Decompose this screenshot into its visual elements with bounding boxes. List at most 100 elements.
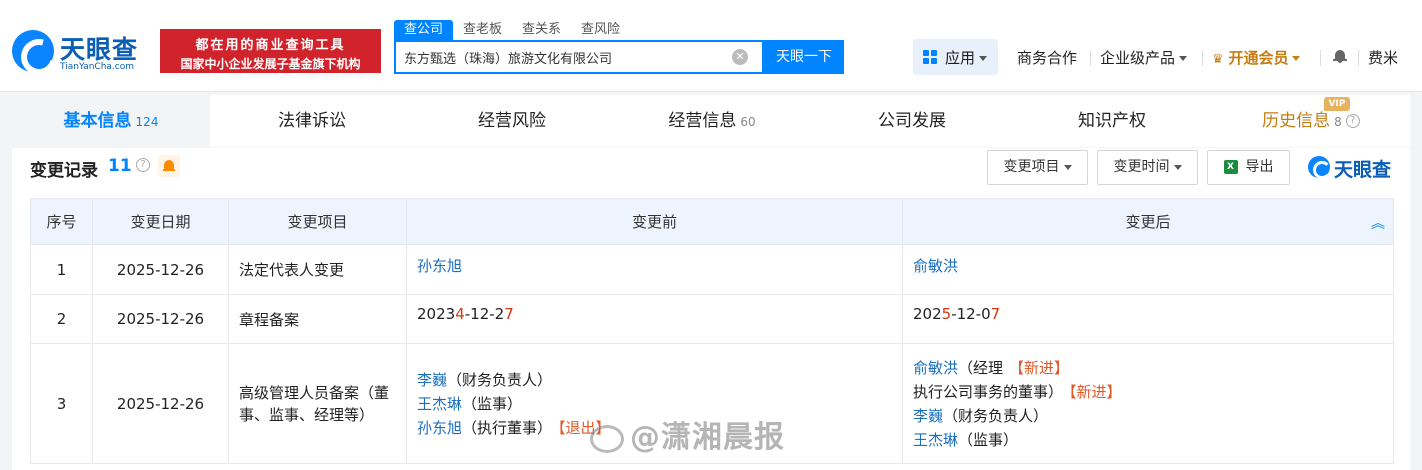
tab-history-label: 历史信息	[1262, 111, 1331, 131]
filter-change-time[interactable]: 变更时间	[1097, 150, 1198, 185]
table-row: 1 2025-12-26 法定代表人变更 孙东旭 俞敏洪	[30, 244, 1394, 295]
person-role: （执行董事）	[462, 418, 553, 437]
bell-icon[interactable]	[1333, 49, 1347, 63]
nav-business[interactable]: 商务合作	[1017, 47, 1077, 68]
search-input[interactable]	[404, 42, 724, 72]
app-menu-button[interactable]: 应用	[913, 39, 998, 75]
person-link[interactable]: 孙东旭	[417, 257, 462, 275]
nav-divider	[1090, 50, 1091, 66]
filter-change-item[interactable]: 变更项目	[987, 150, 1088, 185]
person-link[interactable]: 俞敏洪	[913, 359, 958, 377]
search-button[interactable]: 天眼一下	[764, 40, 844, 74]
promo-line-1: 都在用的商业查询工具	[195, 38, 346, 53]
chevron-down-icon	[1063, 164, 1072, 170]
search-tab-risk[interactable]: 查风险	[571, 20, 630, 40]
search-tab-company[interactable]: 查公司	[394, 20, 454, 40]
tab-basic-info-label: 基本信息	[63, 111, 132, 131]
tab-business-info[interactable]: 经营信息 60	[612, 95, 812, 147]
header-after-label: 变更后	[1125, 213, 1171, 231]
cell-no: 2	[30, 294, 93, 344]
clear-icon[interactable]: ✕	[732, 49, 748, 65]
section-count: 11	[108, 156, 132, 176]
filter-change-item-label: 变更项目	[1003, 159, 1060, 175]
tab-history-count: 8	[1334, 115, 1342, 129]
cell-item: 章程备案	[228, 294, 407, 344]
cell-no: 3	[30, 343, 93, 464]
tab-development[interactable]: 公司发展	[812, 95, 1012, 147]
tab-ip[interactable]: 知识产权	[1012, 95, 1212, 147]
company-tabs: 基本信息 124 法律诉讼 经营风险 经营信息 60 公司发展 知识产权 VIP 历…	[12, 95, 1410, 147]
collapse-icon[interactable]: ︽	[1371, 213, 1385, 233]
diff-highlight: 7	[504, 305, 514, 323]
monitor-bell-icon[interactable]	[158, 155, 180, 177]
excel-icon: X	[1223, 160, 1238, 174]
cell-date: 2025-12-26	[92, 343, 229, 464]
nav-enterprise-label: 企业级产品	[1100, 49, 1176, 67]
logo-text: 天眼查	[60, 35, 139, 64]
text-segment: 2023	[417, 305, 456, 323]
person-link[interactable]: 王杰琳	[417, 395, 462, 413]
diff-highlight: 4	[455, 305, 465, 323]
person-role: （财务负责人）	[447, 370, 553, 389]
person-role: 执行公司事务的董事）	[913, 382, 1064, 401]
tianyancha-logo[interactable]: 天眼查 TianYanCha.com	[12, 30, 152, 75]
export-label: 导出	[1245, 159, 1274, 175]
list-item: 李巍（财务负责人）	[417, 368, 892, 392]
tab-legal[interactable]: 法律诉讼	[212, 95, 412, 147]
cell-after: 俞敏洪（经理 【新进】 执行公司事务的董事） 【新进】 李巍（财务负责人） 王杰琳（…	[902, 343, 1394, 464]
header-before: 变更前	[406, 198, 903, 245]
promo-banner[interactable]: 都在用的商业查询工具 国家中小企业发展子基金旗下机构	[160, 29, 381, 73]
person-link[interactable]: 李巍	[913, 407, 943, 425]
logo-subtext: TianYanCha.com	[60, 62, 135, 72]
nav-enterprise[interactable]: 企业级产品	[1100, 47, 1188, 68]
export-button[interactable]: X 导出	[1207, 150, 1290, 185]
list-item: 李巍（财务负责人）	[913, 404, 1383, 428]
text-segment: -12-2	[464, 305, 505, 323]
header-no: 序号	[30, 198, 93, 245]
cell-item: 高级管理人员备案（董事、监事、经理等）	[228, 343, 407, 464]
help-icon[interactable]: ?	[1345, 114, 1360, 128]
search-tab-boss[interactable]: 查老板	[453, 20, 512, 40]
nav-vip[interactable]: ♛ 开通会员	[1212, 47, 1301, 68]
tab-history[interactable]: VIP 历史信息 8?	[1212, 95, 1410, 147]
tab-basic-info-count: 124	[135, 115, 159, 129]
header-item: 变更项目	[228, 198, 407, 245]
chevron-down-icon	[1173, 164, 1182, 170]
crown-icon: ♛	[1212, 52, 1224, 67]
status-tag-new: 【新进】	[1069, 382, 1122, 401]
chevron-down-icon	[979, 56, 988, 61]
nav-divider	[1358, 50, 1359, 66]
person-role: （经理	[958, 358, 1004, 377]
nav-vip-label: 开通会员	[1228, 49, 1289, 67]
search-box: ✕	[394, 40, 764, 74]
cell-before: 孙东旭	[406, 244, 903, 295]
person-role: （监事）	[462, 394, 523, 413]
promo-line-2: 国家中小企业发展子基金旗下机构	[180, 57, 361, 71]
person-link[interactable]: 俞敏洪	[913, 257, 958, 275]
help-icon[interactable]: ?	[136, 158, 150, 172]
user-menu[interactable]: 费米	[1368, 47, 1398, 68]
weibo-icon	[590, 424, 624, 453]
section-title: 变更记录	[30, 161, 98, 181]
person-link[interactable]: 孙东旭	[417, 419, 462, 437]
list-item: 王杰琳（监事）	[913, 428, 1383, 452]
vip-badge: VIP	[1324, 97, 1350, 111]
cell-after: 俞敏洪	[902, 244, 1394, 295]
chevron-down-icon	[1179, 56, 1188, 61]
person-link[interactable]: 李巍	[417, 371, 447, 389]
person-role: （监事）	[958, 430, 1019, 449]
tianyancha-brand: 天眼查	[1308, 155, 1400, 181]
tab-risk[interactable]: 经营风险	[412, 95, 612, 147]
logo-icon	[12, 30, 54, 72]
search-tab-relation[interactable]: 查关系	[512, 20, 571, 40]
header-date: 变更日期	[92, 198, 229, 245]
cell-date: 2025-12-26	[92, 244, 229, 295]
tab-basic-info[interactable]: 基本信息 124	[12, 95, 210, 147]
search-type-tabs: 查公司 查老板 查关系 查风险	[394, 20, 630, 40]
cell-before: 20234-12-27	[406, 294, 903, 344]
header-after: 变更后 ︽	[902, 198, 1394, 245]
chevron-down-icon	[1292, 56, 1301, 61]
text-segment: -12-0	[951, 305, 991, 323]
app-menu-label: 应用	[945, 49, 976, 67]
person-link[interactable]: 王杰琳	[913, 431, 958, 449]
